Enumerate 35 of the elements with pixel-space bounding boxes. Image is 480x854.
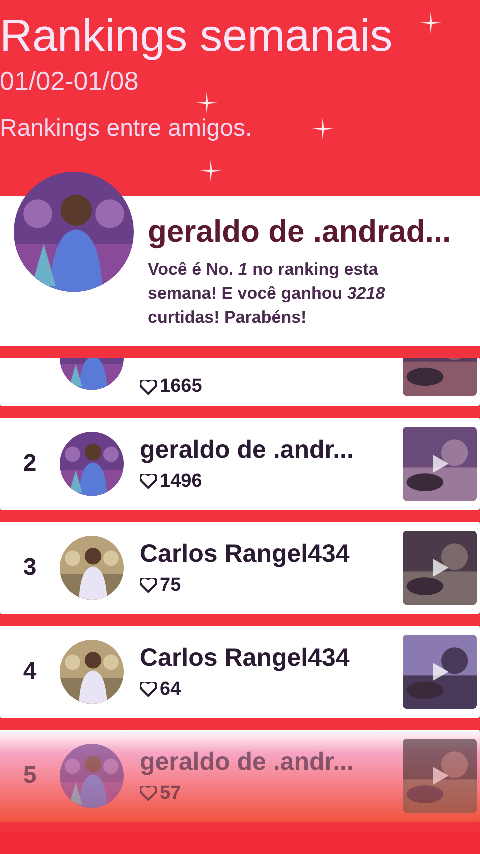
rank-number: 5 [22,762,38,790]
sparkle-icon [420,12,442,34]
heart-icon [140,474,157,489]
like-count: 57 [160,782,182,804]
sparkle-icon [196,92,218,114]
play-icon [433,767,449,785]
ranking-row[interactable]: 4 Carlos Rangel434 64 [0,626,480,718]
ranking-row[interactable]: 1665 [0,358,480,406]
heart-icon [140,682,157,697]
like-count: 1496 [160,470,202,492]
user-name: geraldo de .andr... [140,436,354,464]
user-name: geraldo de .andrad... [148,214,452,250]
page-title: Rankings semanais [0,9,393,62]
play-icon [433,455,449,473]
rank-number: 3 [22,554,38,582]
heart-icon [140,578,157,593]
heart-icon [140,380,157,394]
user-name: Carlos Rangel434 [140,540,350,568]
like-count: 64 [160,678,182,700]
ranking-row[interactable]: 2 geraldo de .andr... 1496 [0,418,480,510]
subtitle: Rankings entre amigos. [0,115,252,143]
like-count: 75 [160,574,182,596]
sparkle-icon [200,160,222,182]
user-name: geraldo de .andr... [140,748,354,776]
ranking-row[interactable]: 3 Carlos Rangel434 75 [0,522,480,614]
sparkle-icon [312,118,334,140]
congrats-message: Você é No. 1 no ranking esta semana! E você ganhou 3218 curtidas! Parabéns! [148,259,386,329]
play-icon [433,663,449,681]
like-count: 1665 [160,376,202,398]
heart-icon [140,786,157,801]
rank-number: 4 [22,658,38,686]
user-name: Carlos Rangel434 [140,644,350,672]
date-range: 01/02-01/08 [0,66,139,97]
rank-number: 2 [22,450,38,478]
play-icon [433,559,449,577]
